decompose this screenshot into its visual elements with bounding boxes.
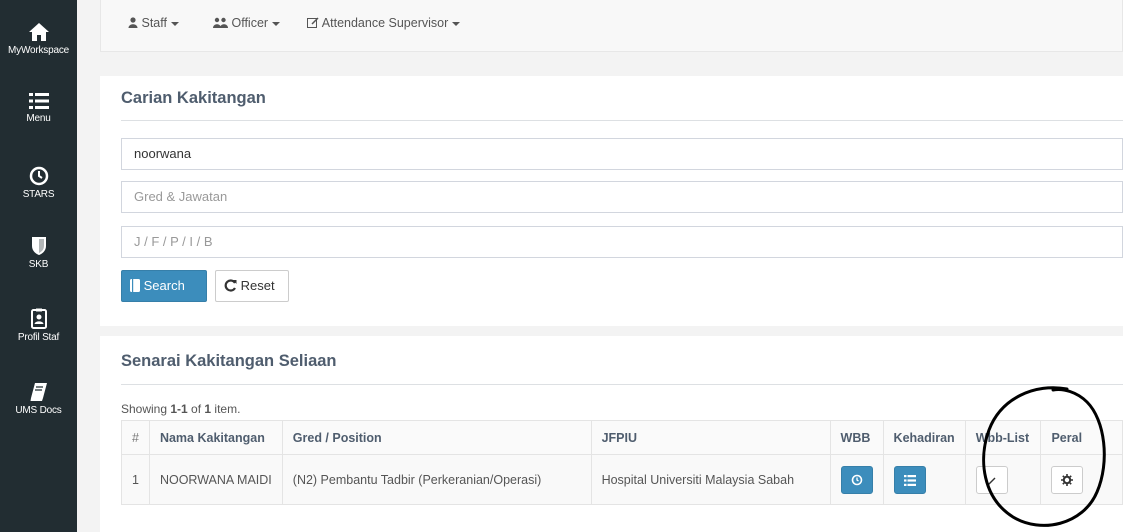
name-search-field[interactable]: noorwana <box>121 138 1123 170</box>
top-navbar: Staff Officer Attendance Supervisor <box>100 0 1123 52</box>
table-header-row: # Nama Kakitangan Gred / Position JFPIU … <box>121 420 1123 455</box>
edit-icon <box>307 17 319 28</box>
peral-cell <box>1040 454 1123 505</box>
list-panel-title: Senarai Kakitangan Seliaan <box>121 352 337 370</box>
sidebar-item-ums-docs[interactable]: UMS Docs <box>0 382 77 416</box>
sidebar: MyWorkspace Menu STARS SKB Profil Staf U… <box>0 0 77 532</box>
search-panel: Carian Kakitangan noorwana Gred & Jawata… <box>100 76 1123 326</box>
wbb-list-cell <box>964 454 1042 505</box>
search-button[interactable]: Search <box>121 270 207 302</box>
sidebar-item-skb[interactable]: SKB <box>0 236 77 270</box>
column-header-kehadiran: Kehadiran <box>882 420 966 455</box>
sidebar-item-stars[interactable]: STARS <box>0 166 77 200</box>
nav-staff-label: Staff <box>141 16 167 30</box>
reset-button-label: Reset <box>240 278 275 293</box>
list-icon <box>28 93 49 109</box>
column-header-position[interactable]: Gred / Position <box>281 420 592 455</box>
jfpiu-field[interactable]: J / F / P / I / B <box>121 226 1123 258</box>
search-button-label: Search <box>143 278 185 293</box>
chevron-down-icon <box>272 21 281 26</box>
nav-staff-dropdown[interactable]: Staff <box>128 16 179 30</box>
column-header-number[interactable]: # <box>121 420 150 455</box>
refresh-icon <box>224 279 237 292</box>
summary-mid: of <box>187 402 205 416</box>
clock-icon <box>29 166 48 186</box>
pencil-icon <box>987 477 996 485</box>
summary-prefix: Showing <box>121 402 171 416</box>
grade-position-field[interactable]: Gred & Jawatan <box>121 181 1123 213</box>
search-panel-title: Carian Kakitangan <box>121 89 266 107</box>
column-header-wbb: WBB <box>829 420 884 455</box>
table-row: 1 NOORWANA MAIDI (N2) Pembantu Tadbir (P… <box>121 454 1123 505</box>
book-icon <box>130 279 140 292</box>
summary-suffix: item. <box>211 402 241 416</box>
users-icon <box>213 17 228 28</box>
sidebar-item-label: UMS Docs <box>15 405 62 416</box>
wbb-button[interactable] <box>840 465 873 494</box>
divider <box>121 120 1123 121</box>
staff-position: (N2) Pembantu Tadbir (Perkeranian/Operas… <box>281 454 592 505</box>
sidebar-item-label: SKB <box>28 259 49 270</box>
nav-attendance-supervisor-label: Attendance Supervisor <box>321 16 449 30</box>
gear-icon <box>1061 473 1074 486</box>
summary-range: 1-1 <box>170 402 188 416</box>
sidebar-item-profil-staf[interactable]: Profil Staf <box>0 308 77 343</box>
peral-button[interactable] <box>1051 465 1084 494</box>
chevron-down-icon <box>452 21 461 26</box>
staff-jfpiu: Hospital Universiti Malaysia Sabah <box>590 454 831 505</box>
column-header-jfpiu[interactable]: JFPIU <box>590 420 831 455</box>
staff-name: NOORWANA MAIDI <box>148 454 283 505</box>
nav-officer-label: Officer <box>231 16 269 30</box>
home-icon <box>28 23 49 41</box>
sidebar-item-menu[interactable]: Menu <box>0 92 77 124</box>
staff-table: # Nama Kakitangan Gred / Position JFPIU … <box>121 420 1123 505</box>
wbb-cell <box>829 454 884 505</box>
sidebar-item-label: STARS <box>22 189 55 200</box>
nav-officer-dropdown[interactable]: Officer <box>213 16 281 30</box>
id-badge-icon <box>30 308 47 329</box>
kehadiran-button[interactable] <box>893 465 926 494</box>
sidebar-item-label: MyWorkspace <box>8 45 69 56</box>
reset-button[interactable]: Reset <box>215 270 289 302</box>
results-summary: Showing 1-1 of 1 item. <box>121 402 240 416</box>
divider <box>121 384 1123 385</box>
list-icon <box>903 474 916 486</box>
sidebar-item-label: Profil Staf <box>17 332 60 343</box>
kehadiran-cell <box>882 454 966 505</box>
wbb-list-edit-button[interactable] <box>975 465 1008 494</box>
sidebar-item-myworkspace[interactable]: MyWorkspace <box>0 22 77 56</box>
sidebar-item-label: Menu <box>26 113 51 124</box>
clock-icon <box>851 474 862 485</box>
column-header-wbb-list: Wbb-List <box>964 420 1042 455</box>
shield-icon <box>31 237 46 255</box>
supervised-staff-panel: Senarai Kakitangan Seliaan Showing 1-1 o… <box>100 336 1123 532</box>
chevron-down-icon <box>170 21 179 26</box>
row-number: 1 <box>121 454 150 505</box>
user-icon <box>128 17 138 28</box>
nav-attendance-supervisor-dropdown[interactable]: Attendance Supervisor <box>307 16 461 30</box>
book-icon <box>30 383 47 401</box>
column-header-name[interactable]: Nama Kakitangan <box>148 420 283 455</box>
column-header-peral: Peral <box>1040 420 1123 455</box>
